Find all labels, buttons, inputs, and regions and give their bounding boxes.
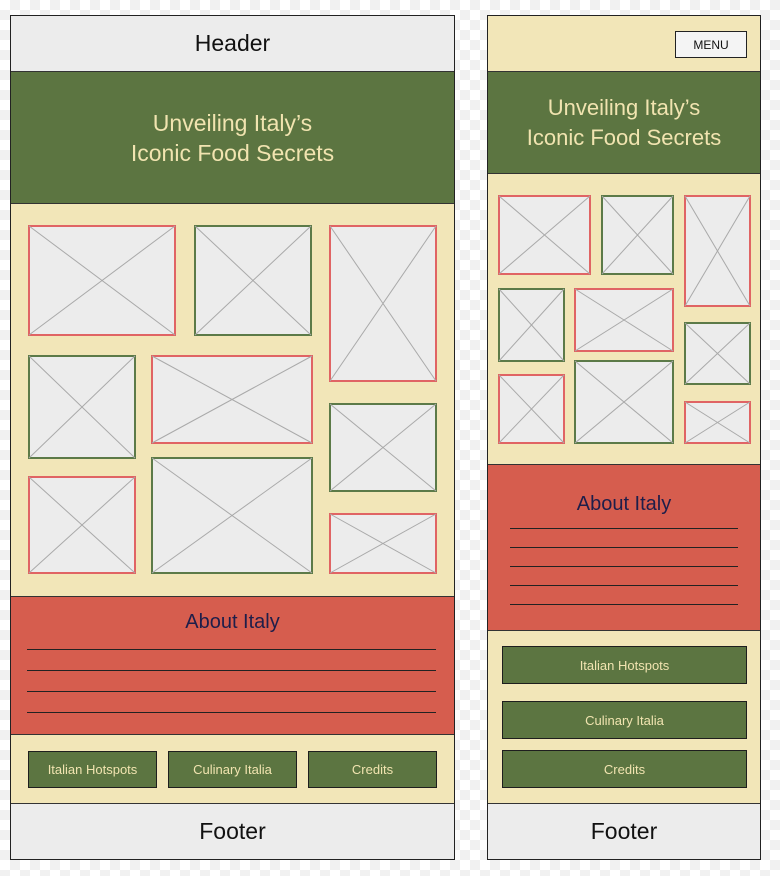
image-placeholder <box>498 195 591 275</box>
image-placeholder <box>151 457 313 574</box>
image-placeholder <box>329 403 437 492</box>
nav-italian-hotspots[interactable]: Italian Hotspots <box>28 751 157 788</box>
image-placeholder <box>574 360 674 444</box>
image-placeholder <box>151 355 313 444</box>
nav-culinary-italia[interactable]: Culinary Italia <box>502 701 747 739</box>
image-placeholder <box>28 476 136 574</box>
desktop-gallery <box>11 204 454 597</box>
mobile-gallery <box>488 174 760 465</box>
text-line <box>510 604 738 605</box>
desktop-footer: Footer <box>11 804 454 859</box>
image-placeholder <box>329 513 437 574</box>
desktop-about-section: About Italy <box>11 597 454 735</box>
nav-credits[interactable]: Credits <box>502 750 747 788</box>
mobile-about-section: About Italy <box>488 465 760 631</box>
text-line <box>510 547 738 548</box>
mobile-hero-title: Unveiling Italy’s Iconic Food Secrets <box>526 94 722 150</box>
image-placeholder <box>194 225 312 336</box>
image-placeholder <box>498 288 565 362</box>
desktop-hero: Unveiling Italy’s Iconic Food Secrets <box>11 72 454 204</box>
image-placeholder <box>498 374 565 444</box>
image-placeholder <box>684 195 751 307</box>
mobile-hero: Unveiling Italy’s Iconic Food Secrets <box>488 72 760 174</box>
text-line <box>510 585 738 586</box>
text-line <box>27 649 436 650</box>
desktop-nav: Italian Hotspots Culinary Italia Credits <box>11 735 454 804</box>
desktop-about-title: About Italy <box>185 611 280 633</box>
text-line <box>27 670 436 671</box>
mobile-footer-label: Footer <box>590 818 658 844</box>
image-placeholder <box>28 355 136 459</box>
image-placeholder <box>574 288 674 352</box>
nav-culinary-italia[interactable]: Culinary Italia <box>168 751 297 788</box>
mobile-nav: Italian Hotspots Culinary Italia Credits <box>488 631 760 804</box>
mobile-footer: Footer <box>488 804 760 859</box>
image-placeholder <box>28 225 176 336</box>
desktop-header-label: Header <box>194 30 271 56</box>
desktop-wireframe: Header Unveiling Italy’s Iconic Food Sec… <box>10 15 455 860</box>
nav-italian-hotspots[interactable]: Italian Hotspots <box>502 646 747 684</box>
image-placeholder <box>601 195 674 275</box>
menu-button[interactable]: MENU <box>675 31 747 58</box>
desktop-header: Header <box>11 16 454 72</box>
desktop-hero-title: Unveiling Italy’s Iconic Food Secrets <box>130 109 335 166</box>
mobile-wireframe: MENU Unveiling Italy’s Iconic Food Secre… <box>487 15 761 860</box>
nav-credits[interactable]: Credits <box>308 751 437 788</box>
mobile-header: MENU <box>488 16 760 72</box>
text-line <box>27 691 436 692</box>
text-line <box>27 712 436 713</box>
image-placeholder <box>684 401 751 444</box>
text-line <box>510 528 738 529</box>
image-placeholder <box>684 322 751 385</box>
desktop-footer-label: Footer <box>199 818 266 844</box>
text-line <box>510 566 738 567</box>
mobile-about-title: About Italy <box>576 493 672 515</box>
image-placeholder <box>329 225 437 382</box>
